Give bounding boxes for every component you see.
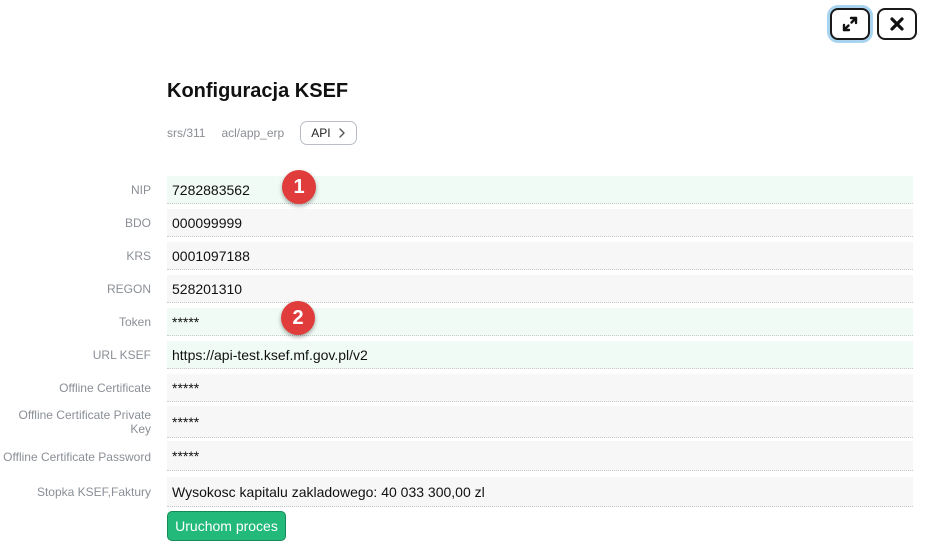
field-row-regon: REGON 528201310 (0, 275, 913, 303)
field-value-offline-certificate[interactable]: ***** (167, 374, 913, 402)
field-row-stopka: Stopka KSEF,Faktury Wysokosc kapitalu za… (0, 477, 913, 507)
run-process-button[interactable]: Uruchom proces (167, 511, 286, 541)
field-value-bdo[interactable]: 000099999 (167, 209, 913, 237)
field-label-offline-private-key: Offline Certificate Private Key (18, 408, 152, 436)
field-value-offline-password[interactable]: ***** (167, 441, 913, 471)
field-value-token[interactable]: ***** (167, 308, 913, 336)
field-label-regon: REGON (106, 282, 151, 296)
chevron-right-icon (338, 128, 346, 138)
field-label-nip: NIP (130, 183, 151, 197)
field-label-token: Token (118, 315, 151, 329)
field-label-url-ksef: URL KSEF (92, 348, 151, 362)
field-value-url-ksef[interactable]: https://api-test.ksef.mf.gov.pl/v2 (167, 341, 913, 369)
field-label-offline-password: Offline Certificate Password (3, 450, 151, 464)
field-label-bdo: BDO (124, 216, 151, 230)
annotation-marker-2: 2 (281, 301, 315, 335)
field-value-offline-private-key[interactable]: ***** (167, 406, 913, 438)
breadcrumb-item-acl[interactable]: acl/app_erp (221, 126, 284, 140)
field-row-krs: KRS 0001097188 (0, 242, 913, 270)
field-row-url-ksef: URL KSEF https://api-test.ksef.mf.gov.pl… (0, 341, 913, 369)
field-row-offline-password: Offline Certificate Password ***** (0, 441, 913, 471)
annotation-marker-1: 1 (282, 170, 316, 204)
field-row-bdo: BDO 000099999 (0, 209, 913, 237)
field-row-token: Token ***** (0, 308, 913, 336)
field-row-offline-private-key: Offline Certificate Private Key ***** (0, 406, 913, 438)
expand-button[interactable] (830, 8, 870, 40)
field-label-stopka: Stopka KSEF,Faktury (36, 485, 151, 499)
breadcrumb: srs/311 acl/app_erp API (167, 120, 357, 146)
field-label-offline-certificate: Offline Certificate (59, 381, 151, 395)
field-label-krs: KRS (126, 249, 151, 263)
field-row-offline-certificate: Offline Certificate ***** (0, 374, 913, 402)
page-title: Konfiguracja KSEF (167, 80, 349, 102)
expand-arrows-icon (842, 16, 858, 32)
field-value-nip[interactable]: 7282883562 (167, 176, 913, 204)
field-value-stopka[interactable]: Wysokosc kapitalu zakladowego: 40 033 30… (167, 477, 913, 507)
api-button[interactable]: API (300, 121, 357, 145)
field-value-regon[interactable]: 528201310 (167, 275, 913, 303)
close-x-icon (890, 17, 904, 31)
field-value-krs[interactable]: 0001097188 (167, 242, 913, 270)
breadcrumb-item-srs[interactable]: srs/311 (167, 126, 205, 140)
field-row-nip: NIP 7282883562 (0, 176, 913, 204)
api-button-label: API (311, 126, 331, 140)
close-button[interactable] (877, 8, 917, 40)
